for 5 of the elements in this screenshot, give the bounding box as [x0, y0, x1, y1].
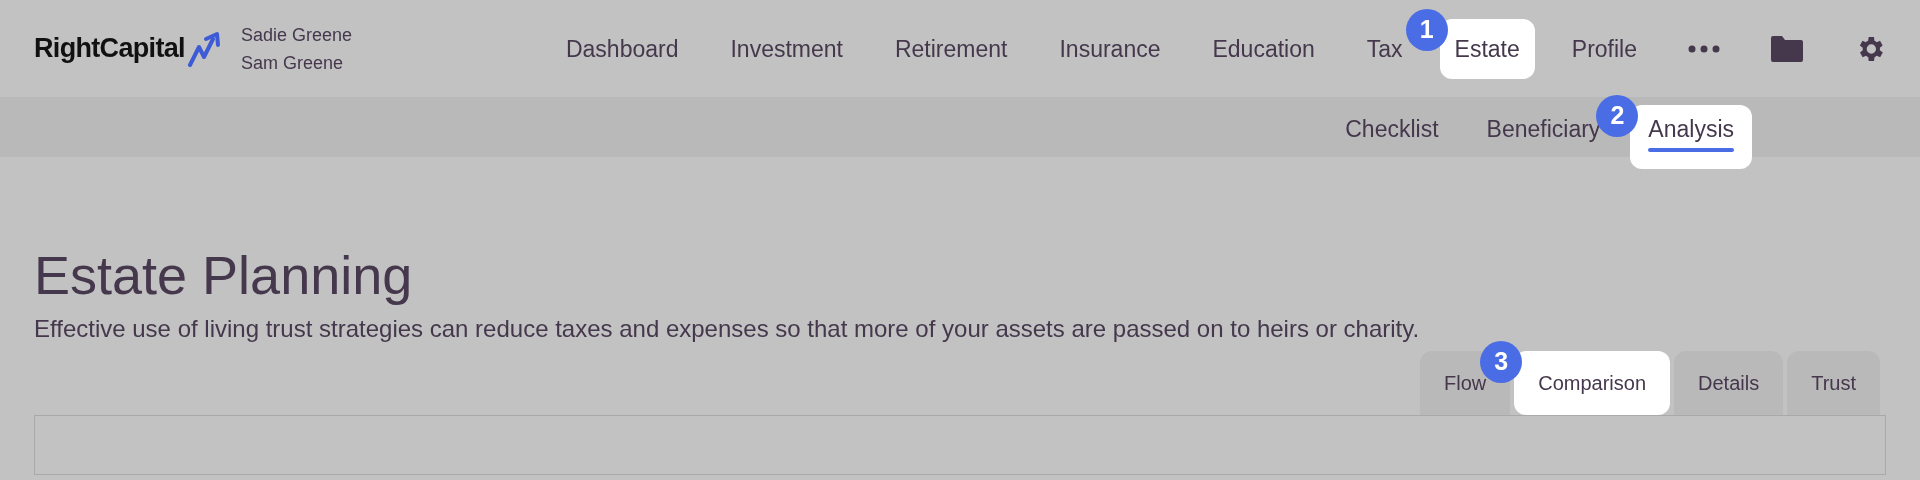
client-name: Sam Greene [240, 51, 344, 74]
tour-step-tooltip: 1 [1405, 8, 1448, 51]
page-title: Estate Planning [34, 245, 414, 305]
client-name: Sadie Greene [240, 23, 352, 46]
page-description: Effective use of living trust strategies can reduce taxes and expenses so that more of your assets are passed on to heirs or charity. [34, 315, 1421, 343]
